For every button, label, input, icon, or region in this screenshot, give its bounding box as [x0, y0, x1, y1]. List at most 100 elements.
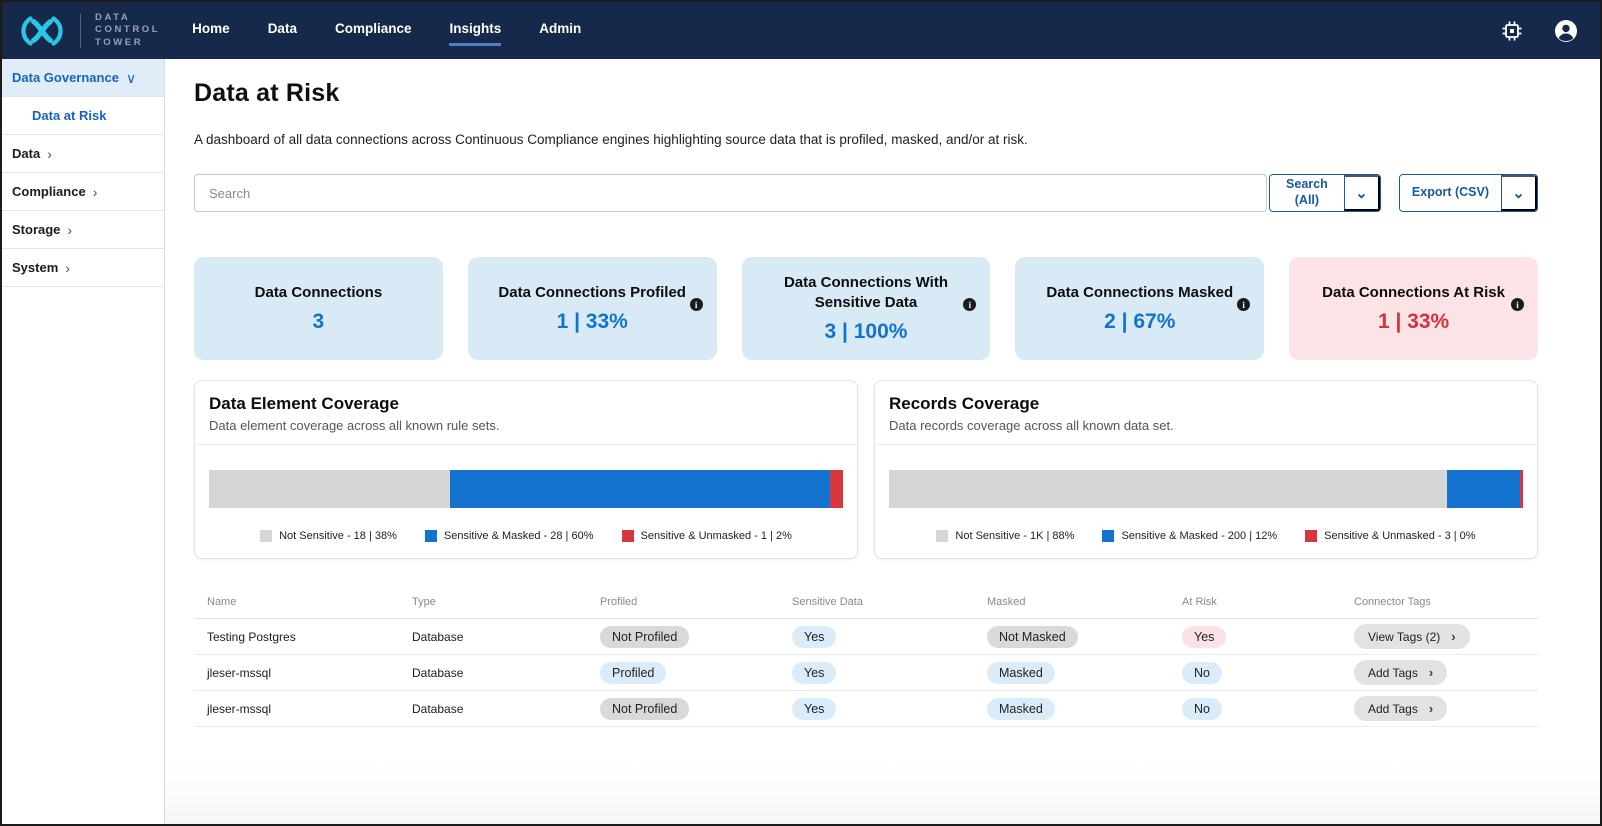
chevron-down-icon: ∨ [126, 71, 136, 85]
legend-item: Sensitive & Masked - 200 | 12% [1102, 530, 1277, 542]
stat-card-connections-profiled: Data Connections Profiled 1 | 33% i [468, 257, 717, 360]
stat-card-title: Data Connections With Sensitive Data [772, 273, 961, 314]
export-csv-button[interactable]: Export (CSV) [1400, 175, 1501, 211]
legend-label: Sensitive & Unmasked - 1 | 2% [641, 530, 792, 542]
table-header-row: Name Type Profiled Sensitive Data Masked… [194, 585, 1538, 619]
legend-label: Not Sensitive - 18 | 38% [279, 530, 397, 542]
panel-header: Records Coverage Data records coverage a… [875, 381, 1537, 445]
nav-item-compliance[interactable]: Compliance [335, 15, 412, 46]
info-icon[interactable]: i [690, 298, 703, 311]
cell-name: jleser-mssql [207, 666, 412, 680]
column-header-name: Name [207, 596, 412, 608]
search-button[interactable]: Search (All) [1270, 175, 1344, 211]
stat-card-sensitive-data: Data Connections With Sensitive Data 3 |… [742, 257, 991, 360]
sidebar-item-label: Data [12, 146, 40, 161]
column-header-connector-tags: Connector Tags [1354, 596, 1538, 608]
account-icon[interactable] [1554, 19, 1578, 43]
tag-button-label: Add Tags [1368, 702, 1418, 716]
legend-item: Sensitive & Unmasked - 1 | 2% [622, 530, 792, 542]
delphix-logo-icon [18, 12, 66, 50]
main-nav: Home Data Compliance Insights Admin [192, 15, 581, 46]
chevron-right-icon: › [47, 147, 52, 161]
info-icon[interactable]: i [1511, 298, 1524, 311]
stat-card-value: 1 | 33% [1378, 310, 1449, 334]
legend-item: Sensitive & Masked - 28 | 60% [425, 530, 594, 542]
nav-item-insights[interactable]: Insights [449, 15, 501, 46]
chevron-right-icon: › [1451, 629, 1455, 644]
stat-card-title: Data Connections [255, 283, 383, 303]
legend-swatch [622, 530, 634, 542]
panel-header: Data Element Coverage Data element cover… [195, 381, 857, 445]
stacked-coverage-bar [889, 470, 1523, 508]
stat-card-value: 3 | 100% [825, 320, 908, 344]
sidebar-item-data-at-risk[interactable]: Data at Risk [2, 97, 164, 135]
stat-card-title: Data Connections Profiled [498, 283, 686, 303]
masked-status-badge: Not Masked [987, 626, 1078, 648]
sidebar-item-label: Compliance [12, 184, 86, 199]
search-options-caret[interactable]: ⌄ [1344, 175, 1380, 211]
sidebar-item-label: Data at Risk [32, 108, 106, 123]
sidebar-item-compliance[interactable]: Compliance › [2, 173, 164, 211]
bar-segment-sensitive-masked [450, 470, 830, 508]
brand-line: TOWER [95, 37, 160, 49]
view-tags-button[interactable]: View Tags (2) › [1354, 624, 1470, 649]
top-navbar: DATA CONTROL TOWER Home Data Compliance … [2, 2, 1600, 59]
sidebar-item-storage[interactable]: Storage › [2, 211, 164, 249]
search-input[interactable] [194, 174, 1267, 212]
export-options-caret[interactable]: ⌄ [1501, 175, 1537, 211]
stat-card-value: 1 | 33% [557, 310, 628, 334]
integrations-chip-icon[interactable] [1500, 19, 1524, 43]
chevron-right-icon: › [93, 185, 98, 199]
sidebar-item-label: System [12, 260, 58, 275]
profiled-status-badge: Not Profiled [600, 698, 689, 720]
sidebar-item-label: Storage [12, 222, 60, 237]
profiled-status-badge: Profiled [600, 662, 666, 684]
stat-card-title: Data Connections Masked [1046, 283, 1233, 303]
brand-line: CONTROL [95, 24, 160, 36]
legend-item: Not Sensitive - 18 | 38% [260, 530, 397, 542]
at-risk-status-badge: Yes [1182, 626, 1226, 648]
panel-title: Records Coverage [889, 394, 1523, 414]
info-icon[interactable]: i [1237, 298, 1250, 311]
logo-divider [80, 14, 81, 48]
sensitive-status-badge: Yes [792, 662, 836, 684]
cell-type: Database [412, 702, 600, 716]
legend-label: Sensitive & Unmasked - 3 | 0% [1324, 530, 1475, 542]
legend-item: Not Sensitive - 1K | 88% [936, 530, 1074, 542]
nav-item-home[interactable]: Home [192, 15, 230, 46]
sidebar-item-system[interactable]: System › [2, 249, 164, 287]
profiled-status-badge: Not Profiled [600, 626, 689, 648]
panel-subtitle: Data records coverage across all known d… [889, 418, 1523, 433]
sidebar-item-data-governance[interactable]: Data Governance ∨ [2, 59, 164, 97]
nav-item-data[interactable]: Data [268, 15, 297, 46]
chevron-right-icon: › [1429, 701, 1433, 716]
bar-segment-not-sensitive [889, 470, 1447, 508]
legend-label: Sensitive & Masked - 28 | 60% [444, 530, 594, 542]
stat-card-data-connections: Data Connections 3 [194, 257, 443, 360]
bar-segment-sensitive-unmasked [830, 470, 843, 508]
panel-body: Not Sensitive - 18 | 38% Sensitive & Mas… [195, 445, 857, 558]
cell-type: Database [412, 666, 600, 680]
stat-card-value: 2 | 67% [1104, 310, 1175, 334]
at-risk-status-badge: No [1182, 662, 1222, 684]
table-row: jleser-mssql Database Not Profiled Yes M… [194, 691, 1538, 727]
table-row: jleser-mssql Database Profiled Yes Maske… [194, 655, 1538, 691]
masked-status-badge: Masked [987, 698, 1055, 720]
cell-name: Testing Postgres [207, 630, 412, 644]
page-description: A dashboard of all data connections acro… [194, 132, 1538, 147]
connections-table: Name Type Profiled Sensitive Data Masked… [194, 585, 1538, 727]
stacked-coverage-bar [209, 470, 843, 508]
bar-segment-sensitive-unmasked [1520, 470, 1523, 508]
nav-item-admin[interactable]: Admin [539, 15, 581, 46]
add-tags-button[interactable]: Add Tags › [1354, 696, 1447, 721]
sensitive-status-badge: Yes [792, 698, 836, 720]
info-icon[interactable]: i [963, 298, 976, 311]
tag-button-label: View Tags (2) [1368, 630, 1440, 644]
add-tags-button[interactable]: Add Tags › [1354, 660, 1447, 685]
page-title: Data at Risk [194, 79, 1538, 108]
panel-title: Data Element Coverage [209, 394, 843, 414]
search-split-button: Search (All) ⌄ [1269, 174, 1381, 212]
sidebar-item-data[interactable]: Data › [2, 135, 164, 173]
legend-swatch [1102, 530, 1114, 542]
sidebar-item-label: Data Governance [12, 70, 119, 85]
